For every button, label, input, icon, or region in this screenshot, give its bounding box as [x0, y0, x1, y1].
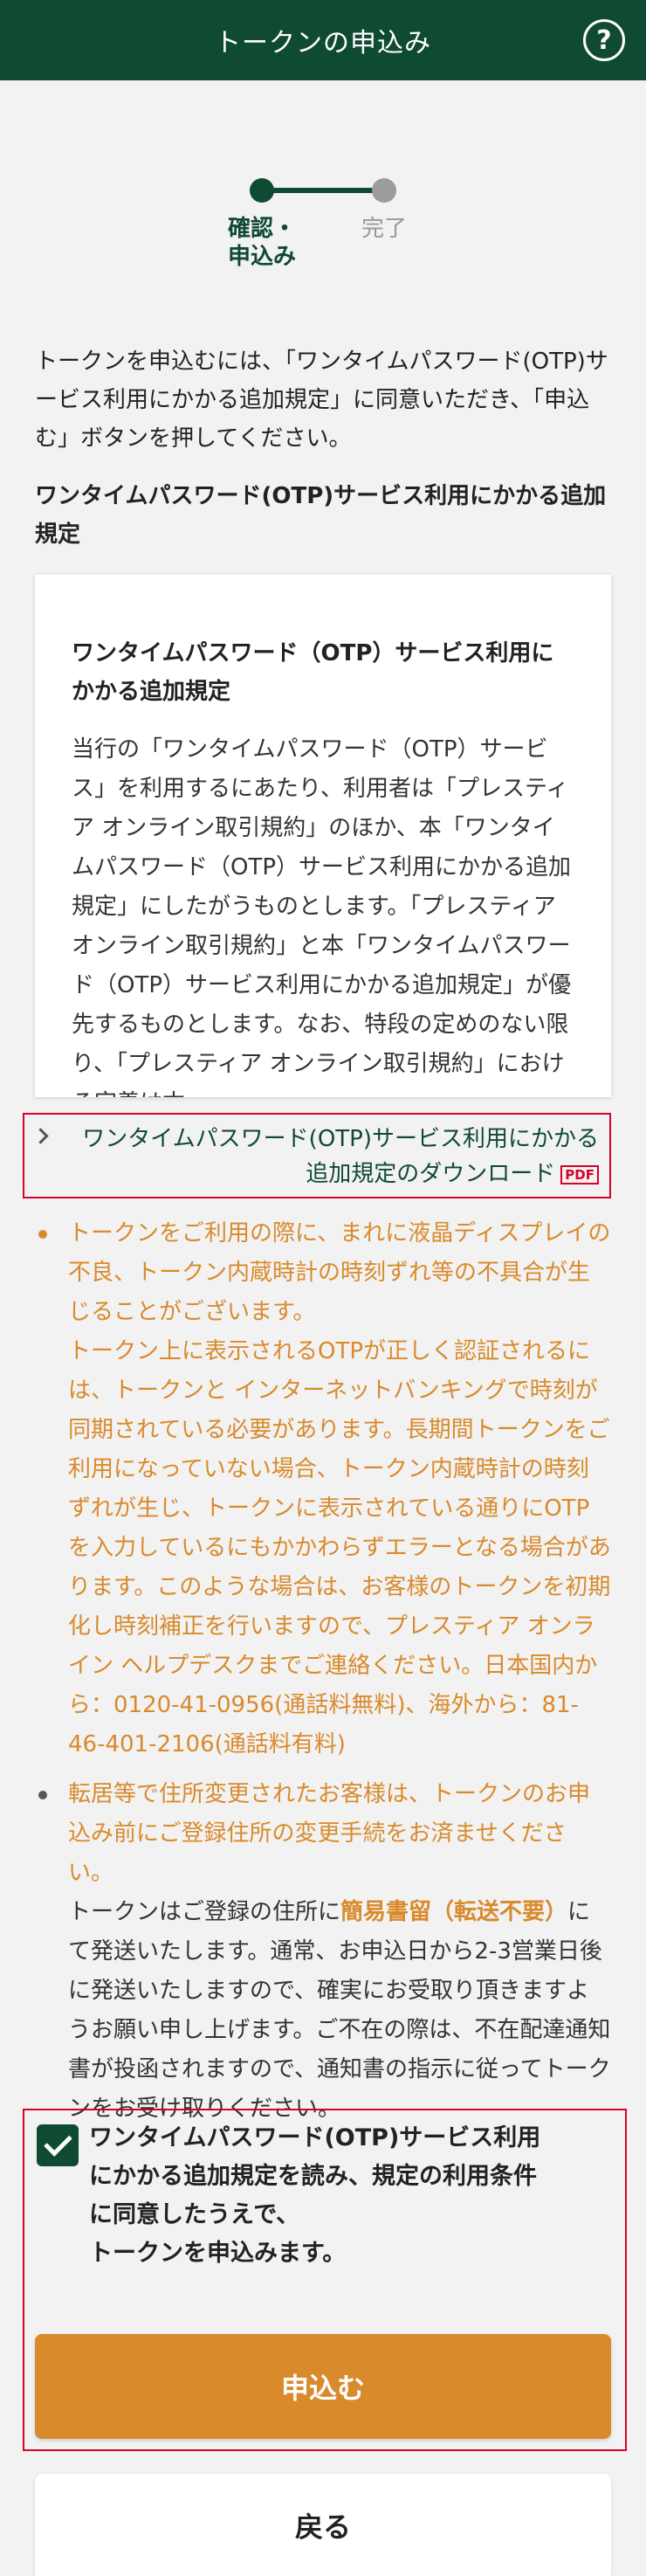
agree-label[interactable]: ワンタイムパスワード(OTP)サービス利用 にかかる追加規定を読み、規定の利用条… — [89, 2119, 595, 2273]
download-link-line1: ワンタイムパスワード(OTP)サービス利用にかかる — [82, 1126, 599, 1152]
agree-label-line: ワンタイムパスワード(OTP)サービス利用 — [89, 2124, 541, 2151]
progress-stepper: 確認・ 申込み 完了 — [0, 175, 646, 280]
terms-heading: ワンタイムパスワード（OTP）サービス利用にかかる追加規定 — [72, 640, 554, 705]
notice-text: トークン上に表示されるOTPが正しく認証されるには、トークンと インターネットバ… — [68, 1338, 611, 1758]
terms-section-title: ワンタイムパスワード(OTP)サービス利用にかかる追加規定 — [35, 483, 607, 548]
chevron-right-icon — [32, 1128, 49, 1144]
app-header: トークンの申込み ? — [0, 0, 646, 80]
agreement-section: ワンタイムパスワード(OTP)サービス利用 にかかる追加規定を読み、規定の利用条… — [23, 2109, 627, 2451]
apply-button[interactable]: 申込む — [35, 2334, 611, 2439]
bullet-icon — [38, 1230, 47, 1239]
help-icon[interactable]: ? — [583, 19, 625, 61]
terms-download-link[interactable]: ワンタイムパスワード(OTP)サービス利用にかかる 追加規定のダウンロード PDF — [23, 1113, 611, 1198]
step-label-confirm: 確認・ 申込み — [220, 215, 304, 271]
agree-label-line: に同意したうえで、 — [89, 2201, 300, 2228]
download-link-text: 追加規定のダウンロード — [306, 1161, 556, 1187]
notice-item: トークンをご利用の際に、まれに液晶ディスプレイの不良、トークン内蔵時計の時刻ずれ… — [35, 1214, 611, 1765]
agree-label-line: にかかる追加規定を読み、規定の利用条件 — [89, 2163, 537, 2190]
pdf-icon: PDF — [560, 1164, 599, 1184]
terms-scroll-box[interactable]: ワンタイムパスワード（OTP）サービス利用にかかる追加規定 当行の「ワンタイムパ… — [35, 575, 611, 1097]
notice-item: 転居等で住所変更されたお客様は、トークンのお申込み前にご登録住所の変更手続をお済… — [35, 1775, 611, 2129]
step-label-line: 申込み — [227, 244, 296, 270]
terms-body: 当行の「ワンタイムパスワード（OTP）サービス」を利用するにあたり、利用者は「プ… — [72, 736, 572, 1097]
agree-checkbox[interactable] — [37, 2124, 79, 2166]
bullet-icon — [38, 1791, 47, 1799]
back-button[interactable]: 戻る — [35, 2474, 611, 2576]
stepper-line — [262, 188, 384, 193]
notice-text-part: にて発送いたします。通常、お申込日から2-3営業日後に発送いたしますので、確実に… — [68, 1899, 611, 2122]
download-link-line2: 追加規定のダウンロード PDF — [58, 1157, 599, 1191]
step-dot-current — [250, 178, 274, 203]
step-dot-upcoming — [372, 178, 396, 203]
agree-label-line: トークンを申込みます。 — [89, 2240, 347, 2267]
page-title: トークンの申込み — [215, 28, 431, 59]
step-label-line: 確認・ — [227, 216, 296, 242]
notice-list: トークンをご利用の際に、まれに液晶ディスプレイの不良、トークン内蔵時計の時刻ずれ… — [35, 1214, 611, 2129]
notice-text: トークンをご利用の際に、まれに液晶ディスプレイの不良、トークン内蔵時計の時刻ずれ… — [68, 1220, 611, 1325]
notice-text: トークンはご登録の住所に簡易書留（転送不要）にて発送いたします。通常、お申込日か… — [68, 1893, 611, 2129]
checkmark-icon — [44, 2128, 72, 2157]
step-label-line: 完了 — [361, 216, 407, 242]
registered-mail-highlight: 簡易書留（転送不要） — [340, 1899, 568, 1925]
notice-text-part: トークンはご登録の住所に — [68, 1899, 341, 1925]
notice-text: 転居等で住所変更されたお客様は、トークンのお申込み前にご登録住所の変更手続をお済… — [68, 1781, 591, 1886]
step-label-complete: 完了 — [349, 215, 419, 243]
intro-text: トークンを申込むには、「ワンタイムパスワード(OTP)サービス利用にかかる追加規… — [35, 349, 608, 452]
